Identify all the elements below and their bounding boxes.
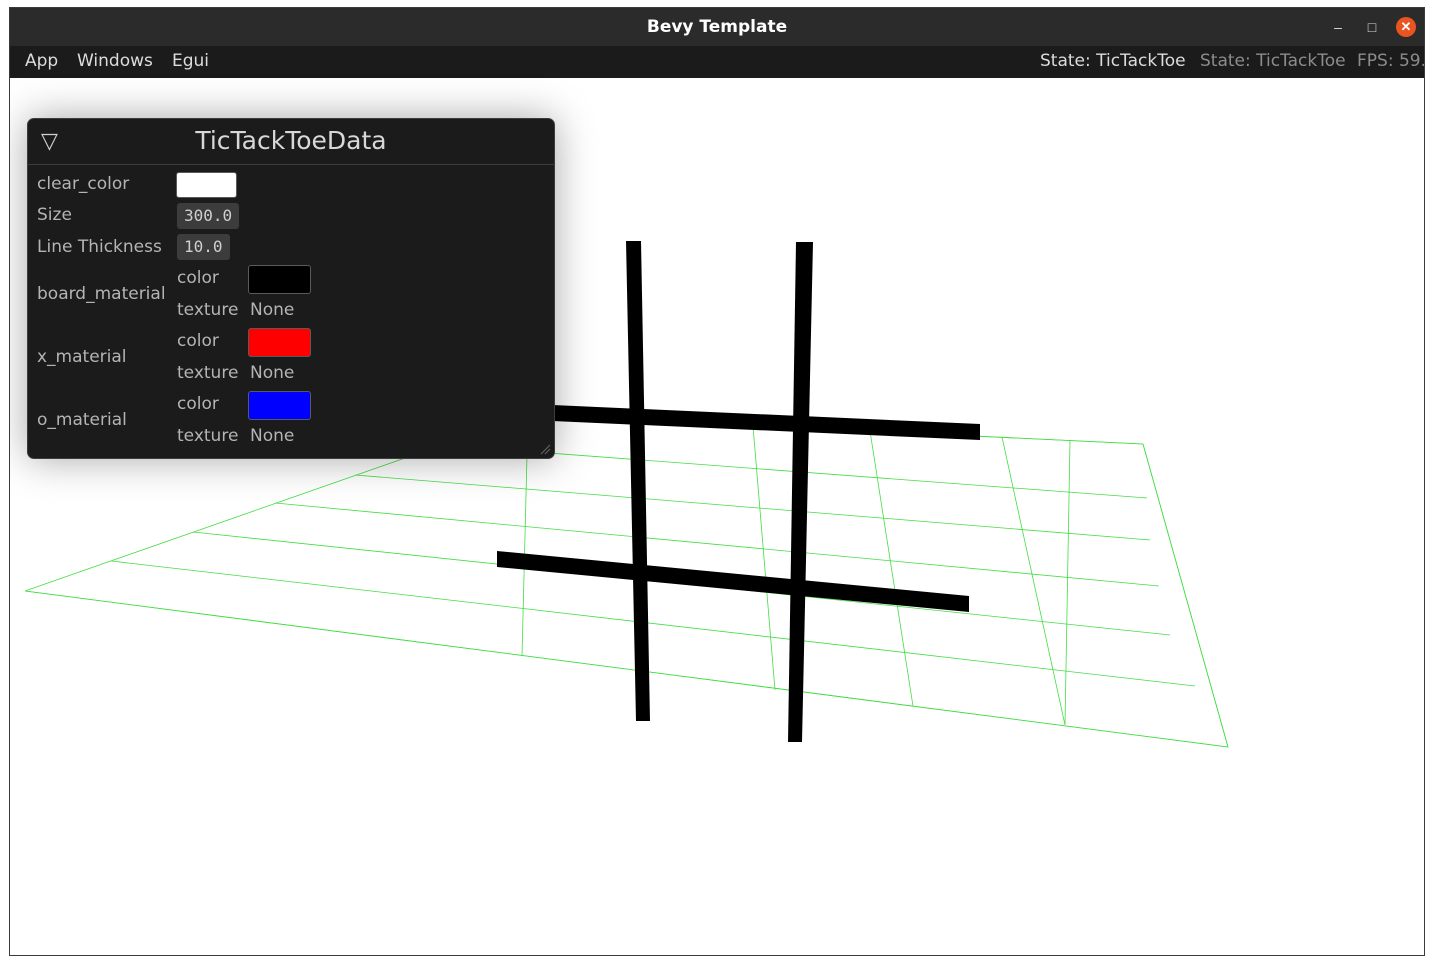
clear-color-swatch[interactable] bbox=[176, 172, 237, 198]
board-texture-label: texture bbox=[177, 300, 239, 320]
board-color-swatch[interactable] bbox=[248, 265, 311, 294]
o-material-label: o_material bbox=[37, 410, 127, 430]
board-line-vertical-left bbox=[626, 241, 650, 721]
app-window: Bevy Template – □ ✕ App Windows Egui Sta… bbox=[9, 7, 1425, 956]
size-drag-value[interactable]: 300.0 bbox=[177, 203, 240, 229]
x-texture-label: texture bbox=[177, 363, 239, 383]
board-material-label: board_material bbox=[37, 284, 166, 304]
panel-divider bbox=[28, 164, 554, 165]
menu-windows[interactable]: Windows bbox=[77, 51, 153, 71]
line-thickness-label: Line Thickness bbox=[37, 237, 162, 257]
x-color-swatch[interactable] bbox=[248, 328, 311, 357]
resize-grip-icon[interactable] bbox=[539, 443, 551, 455]
window-title: Bevy Template bbox=[646, 17, 788, 37]
x-color-label: color bbox=[177, 331, 219, 351]
menu-bar: App Windows Egui State: TicTackToe State… bbox=[10, 46, 1424, 78]
x-texture-value[interactable]: None bbox=[250, 363, 294, 383]
clear-color-label: clear_color bbox=[37, 174, 130, 194]
size-label: Size bbox=[37, 205, 72, 225]
x-material-label: x_material bbox=[37, 347, 127, 367]
o-color-label: color bbox=[177, 394, 219, 414]
board-line-horizontal-bottom bbox=[497, 551, 969, 612]
maximize-icon[interactable]: □ bbox=[1362, 17, 1382, 37]
board-texture-value[interactable]: None bbox=[250, 300, 294, 320]
menu-egui[interactable]: Egui bbox=[172, 51, 209, 71]
state-label-secondary: State: TicTackToe bbox=[1200, 51, 1346, 71]
minimize-icon[interactable]: – bbox=[1328, 17, 1348, 37]
title-bar[interactable]: Bevy Template – □ ✕ bbox=[10, 8, 1424, 46]
close-icon[interactable]: ✕ bbox=[1396, 17, 1416, 37]
ground-grid bbox=[24, 414, 1229, 748]
line-thickness-drag-value[interactable]: 10.0 bbox=[177, 234, 230, 260]
board-color-label: color bbox=[177, 268, 219, 288]
inspector-panel: ▽ TicTackToeData clear_color Size 300.0 … bbox=[27, 118, 555, 459]
panel-title[interactable]: TicTackToeData bbox=[28, 126, 554, 155]
o-texture-label: texture bbox=[177, 426, 239, 446]
o-texture-value[interactable]: None bbox=[250, 426, 294, 446]
menu-app[interactable]: App bbox=[25, 51, 58, 71]
board-line-vertical-right bbox=[788, 242, 813, 742]
fps-counter: FPS: 59. bbox=[1357, 51, 1425, 71]
state-label: State: TicTackToe bbox=[1040, 51, 1186, 71]
o-color-swatch[interactable] bbox=[248, 391, 311, 420]
